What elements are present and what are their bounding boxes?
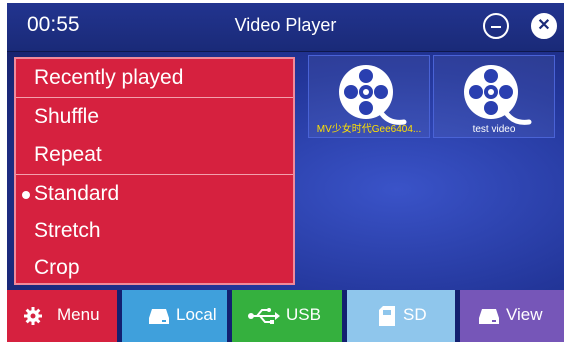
menu-button[interactable]: Menu [7,290,117,342]
usb-icon [248,308,280,324]
local-button-label: Local [176,305,217,324]
sd-button[interactable]: SD [347,290,455,342]
film-reel-icon [464,65,532,125]
title-bar: 00:55 Video Player ✕ [7,3,564,52]
sd-card-icon [379,306,395,326]
local-button[interactable]: Local [122,290,227,342]
dropdown-menu: Recently played Shuffle Repeat Standard … [14,57,295,285]
sd-button-label: SD [403,305,427,324]
selected-dot-icon [22,191,30,199]
bottom-toolbar: Menu Local USB SD View [7,290,564,342]
close-icon[interactable]: ✕ [531,13,557,39]
menu-item-recently-played[interactable]: Recently played [16,59,293,97]
video-title: MV少女时代Gee6404... [316,124,422,135]
video-tile[interactable]: test video [433,55,555,138]
minimize-icon[interactable] [483,13,509,39]
menu-item-standard[interactable]: Standard [16,175,293,213]
usb-button-label: USB [286,305,321,324]
hard-drive-icon [479,309,499,324]
video-title: test video [472,124,516,135]
video-tile[interactable]: MV少女时代Gee6404... [308,55,430,138]
menu-button-label: Menu [57,305,100,324]
video-player-screen: 00:55 Video Player ✕ MV少女时代Gee6404... te… [7,3,564,342]
menu-item-crop[interactable]: Crop [16,249,293,287]
menu-item-stretch[interactable]: Stretch [16,212,293,250]
menu-item-label: Standard [34,182,120,205]
view-button-label: View [506,305,543,324]
view-button[interactable]: View [460,290,564,342]
menu-item-repeat[interactable]: Repeat [16,136,293,174]
hard-drive-icon [149,309,169,324]
menu-item-shuffle[interactable]: Shuffle [16,98,293,136]
usb-button[interactable]: USB [232,290,342,342]
window-title: Video Player [234,15,337,35]
gear-icon [24,307,42,325]
